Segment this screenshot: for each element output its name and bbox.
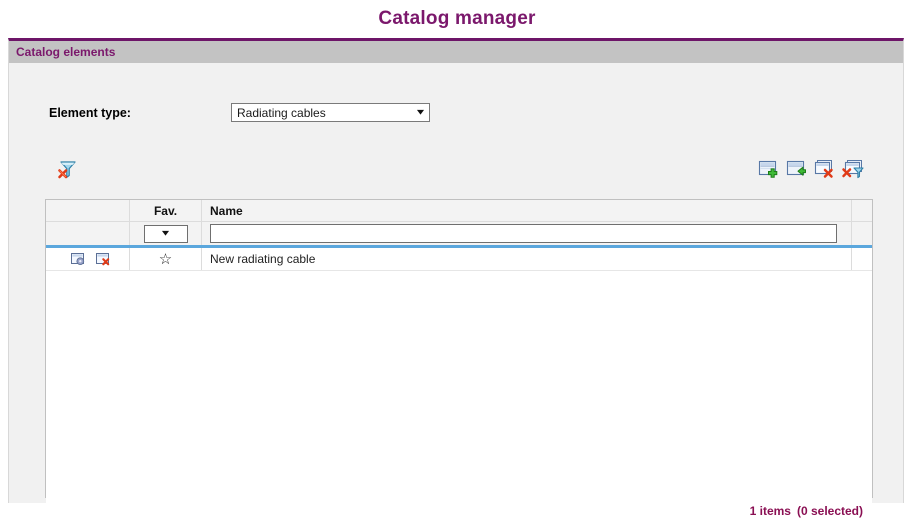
- grid-header-name[interactable]: Name: [202, 200, 852, 221]
- row-actions-cell: [46, 248, 130, 270]
- toolbar-left: [56, 158, 78, 183]
- grid-header-tail: [852, 200, 872, 221]
- grid-empty-area: [46, 271, 872, 519]
- delete-row-icon[interactable]: [95, 251, 111, 267]
- element-type-label: Element type:: [49, 105, 131, 120]
- grid-filter-name-cell: [202, 222, 852, 245]
- grid-header-actions: [46, 200, 130, 221]
- clear-filter-icon[interactable]: [56, 158, 78, 180]
- items-count-text: 1 items: [749, 504, 791, 518]
- element-type-selected-value: Radiating cables: [237, 105, 326, 120]
- panel-header: Catalog elements: [9, 41, 903, 63]
- row-name-cell: New radiating cable: [202, 248, 852, 270]
- row-name-text: New radiating cable: [210, 252, 316, 266]
- catalog-elements-grid: Fav. Name ▼ ☆ New radiating cable: [45, 199, 873, 519]
- fav-filter-select[interactable]: ▼: [143, 224, 188, 243]
- edit-row-icon[interactable]: [70, 251, 86, 267]
- table-row[interactable]: ☆ New radiating cable: [46, 248, 872, 271]
- row-fav-cell: ☆: [130, 248, 202, 270]
- element-type-row: Element type: Radiating cables ▼: [49, 103, 430, 122]
- grid-filter-row: ▼: [46, 222, 872, 248]
- grid-filter-actions: [46, 222, 130, 245]
- chevron-down-icon: ▼: [414, 107, 427, 117]
- name-filter-input[interactable]: [210, 224, 837, 243]
- favorite-star-icon[interactable]: ☆: [159, 252, 172, 267]
- delete-element-icon[interactable]: [813, 158, 835, 180]
- grid-header-fav[interactable]: Fav.: [130, 200, 202, 221]
- grid-footer: 1 items (0 selected): [750, 504, 863, 518]
- selected-count-text: (0 selected): [796, 504, 863, 518]
- page-title: Catalog manager: [378, 8, 536, 29]
- grid-filter-tail: [852, 222, 872, 245]
- toolbar-right: [757, 158, 864, 180]
- delete-filtered-elements-icon[interactable]: [841, 158, 864, 180]
- row-tail: [852, 248, 872, 270]
- import-element-icon[interactable]: [785, 158, 807, 180]
- grid-filter-fav-cell: ▼: [130, 222, 202, 245]
- panel-body: Element type: Radiating cables ▼ Fav. Na…: [9, 63, 903, 519]
- element-type-select[interactable]: Radiating cables ▼: [231, 103, 430, 122]
- grid-header-row: Fav. Name: [46, 200, 872, 222]
- catalog-elements-panel: Catalog elements Element type: Radiating…: [8, 38, 904, 519]
- add-element-icon[interactable]: [757, 158, 779, 180]
- chevron-down-icon: ▼: [159, 228, 172, 238]
